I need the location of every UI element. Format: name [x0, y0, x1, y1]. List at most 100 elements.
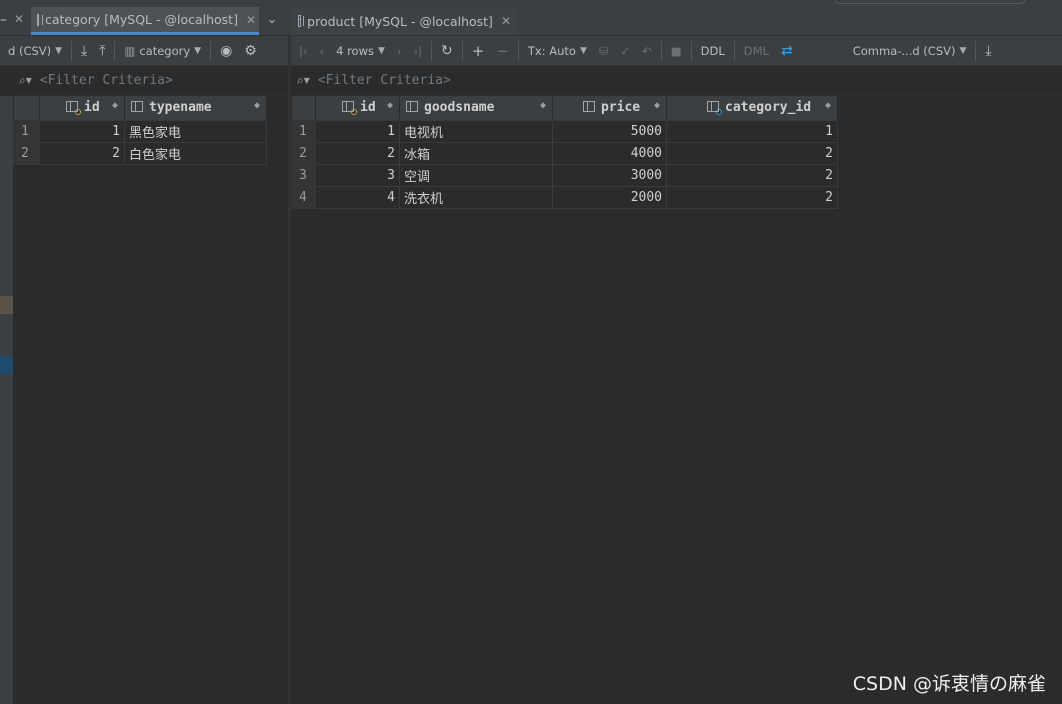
refresh-icon[interactable]: ↻ [435, 39, 459, 63]
column-header-typename[interactable]: typename ◆ [124, 96, 267, 120]
cell-price[interactable]: 2000 [552, 185, 667, 209]
minus-icon[interactable]: – [0, 12, 7, 28]
cell-id[interactable]: 2 [39, 141, 125, 165]
grid-corner [13, 96, 40, 120]
tx-mode-dropdown[interactable]: Tx: Auto ▼ [522, 39, 593, 63]
cell-id[interactable]: 4 [315, 185, 400, 209]
tab-label: product [MySQL - @localhost] [307, 13, 493, 29]
close-icon[interactable]: ✕ [501, 14, 511, 28]
export-format-dropdown[interactable]: Comma-...d (CSV) ▼ [847, 39, 973, 63]
left-toolbar: d (CSV) ▼ ⤓ ⤒ ▥ category ▼ ◉ ⚙ [0, 36, 288, 66]
table-row[interactable]: 1 1 黑色家电 [13, 119, 267, 143]
last-page-icon[interactable]: ›| [408, 39, 428, 63]
tab-product[interactable]: product [MySQL - @localhost] ✕ [292, 7, 517, 35]
chevron-down-icon[interactable]: ⌄ [267, 12, 277, 26]
database-icon[interactable]: ⛁ [593, 39, 615, 63]
toolbar-separator [431, 40, 432, 61]
left-gutter [0, 96, 13, 704]
download-icon[interactable]: ⤓ [979, 39, 997, 63]
close-icon[interactable]: ✕ [14, 12, 24, 26]
toolbar-separator [690, 40, 692, 61]
row-number: 3 [291, 163, 316, 187]
chevron-down-icon: ▼ [55, 45, 63, 56]
column-header-price[interactable]: price ◆ [552, 96, 667, 120]
cell-typename[interactable]: 白色家电 [124, 141, 267, 165]
column-header-label: id [84, 100, 100, 116]
cell-goodsname[interactable]: 冰箱 [399, 141, 553, 165]
cell-id[interactable]: 1 [39, 119, 125, 143]
search-field[interactable] [835, 0, 1025, 4]
tab-category[interactable]: category [MySQL - @localhost] ✕ [31, 7, 259, 35]
column-header-label: goodsname [424, 100, 495, 116]
row-number: 2 [291, 141, 316, 165]
row-number: 4 [291, 185, 316, 209]
cell-price[interactable]: 5000 [552, 119, 667, 143]
cell-category-id[interactable]: 2 [666, 163, 838, 187]
chevron-down-icon: ▼ [194, 45, 202, 56]
cell-id[interactable]: 3 [315, 163, 400, 187]
chevron-down-icon: ▼ [579, 45, 587, 56]
minus-icon[interactable]: − [490, 39, 515, 63]
table-row[interactable]: 1 1 电视机 5000 1 [291, 119, 838, 143]
next-page-icon[interactable]: › [391, 39, 408, 63]
export-format-label: d (CSV) [8, 43, 52, 58]
cell-typename[interactable]: 黑色家电 [124, 119, 267, 143]
export-format-label: Comma-...d (CSV) [852, 43, 956, 58]
right-toolbar: |‹ ‹ 4 rows ▼ › ›| ↻ + − Tx: Auto ▼ ⛁ ✓ ↶ … [291, 36, 1062, 66]
export-format-dropdown[interactable]: d (CSV) ▼ [0, 39, 68, 63]
column-header-id[interactable]: id ◆ [315, 96, 400, 120]
watermark: CSDN @诉衷情の麻雀 [852, 673, 1046, 695]
cell-goodsname[interactable]: 电视机 [399, 119, 553, 143]
cell-goodsname[interactable]: 空调 [399, 163, 553, 187]
gear-icon[interactable]: ⚙ [238, 39, 263, 63]
column-header-id[interactable]: id ◆ [39, 96, 125, 120]
ddl-button[interactable]: DDL [695, 39, 731, 63]
check-icon[interactable]: ✓ [615, 39, 637, 63]
table-row[interactable]: 4 4 洗衣机 2000 2 [291, 185, 838, 209]
sort-icon[interactable]: ◆ [254, 100, 260, 111]
column-header-goodsname[interactable]: goodsname ◆ [399, 96, 553, 120]
left-filter-bar[interactable]: ⌕▾ <Filter Criteria> [13, 67, 288, 95]
filter-criteria-input[interactable]: <Filter Criteria> [318, 73, 451, 88]
column-icon [406, 101, 418, 113]
rows-dropdown[interactable]: 4 rows ▼ [330, 39, 391, 63]
first-page-icon[interactable]: |‹ [291, 39, 313, 63]
cell-id[interactable]: 2 [315, 141, 400, 165]
cell-category-id[interactable]: 2 [666, 141, 838, 165]
sort-icon[interactable]: ◆ [654, 100, 660, 111]
column-header-category-id[interactable]: category_id ◆ [666, 96, 838, 120]
sort-icon[interactable]: ◆ [387, 100, 393, 111]
toolbar-separator [733, 40, 735, 61]
cell-category-id[interactable]: 1 [666, 119, 838, 143]
right-filter-bar[interactable]: ⌕▾ <Filter Criteria> [291, 67, 1062, 95]
table-selector-dropdown[interactable]: ▥ category ▼ [118, 39, 207, 63]
cell-goodsname[interactable]: 洗衣机 [399, 185, 553, 209]
sort-icon[interactable]: ◆ [112, 100, 118, 111]
cell-price[interactable]: 4000 [552, 141, 667, 165]
download-icon[interactable]: ⤓ [75, 39, 93, 63]
table-row[interactable]: 2 2 冰箱 4000 2 [291, 141, 838, 165]
compare-icon[interactable]: ⇄ [775, 39, 799, 63]
stop-icon[interactable]: ■ [665, 39, 688, 63]
plus-icon[interactable]: + [466, 39, 491, 63]
upload-icon[interactable]: ⤒ [93, 39, 111, 63]
cell-id[interactable]: 1 [315, 119, 400, 143]
table-row[interactable]: 3 3 空调 3000 2 [291, 163, 838, 187]
column-header-label: category_id [725, 100, 812, 116]
eye-icon[interactable]: ◉ [214, 39, 238, 63]
revert-icon[interactable]: ↶ [636, 39, 658, 63]
cell-price[interactable]: 3000 [552, 163, 667, 187]
cell-category-id[interactable]: 2 [666, 185, 838, 209]
table-icon [298, 15, 305, 27]
close-icon[interactable]: ✕ [246, 13, 256, 27]
dml-button[interactable]: DML [738, 39, 775, 63]
table-row[interactable]: 2 2 白色家电 [13, 141, 267, 165]
search-icon: ⌕▾ [297, 73, 310, 87]
sort-icon[interactable]: ◆ [825, 100, 831, 111]
toolbar-separator [210, 40, 212, 61]
sort-icon[interactable]: ◆ [540, 100, 546, 111]
filter-criteria-input[interactable]: <Filter Criteria> [40, 73, 173, 88]
chevron-down-icon: ▼ [377, 45, 385, 56]
row-number: 1 [13, 119, 40, 143]
prev-page-icon[interactable]: ‹ [313, 39, 330, 63]
